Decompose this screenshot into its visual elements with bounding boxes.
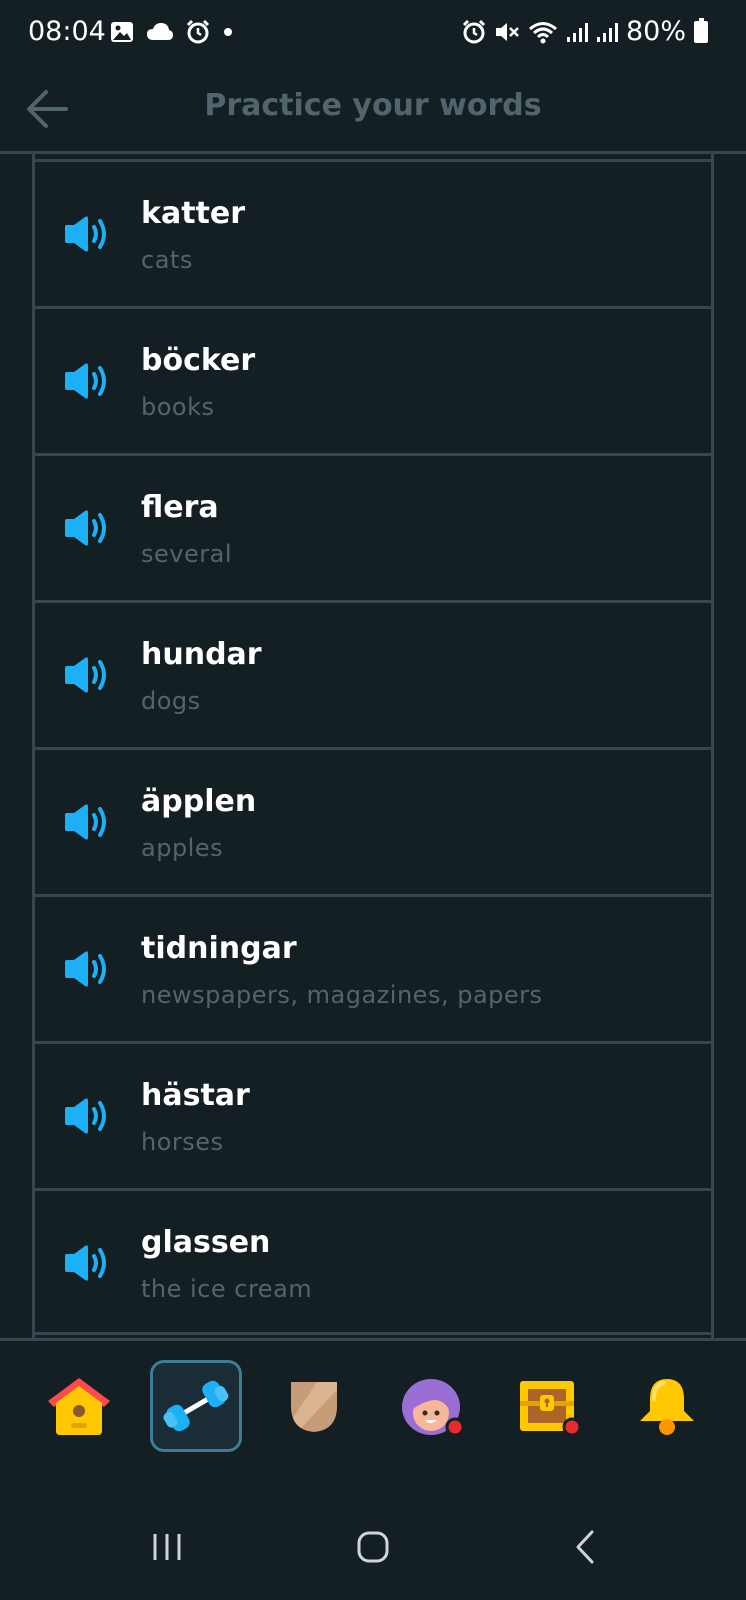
word-item[interactable]: flera several (32, 453, 714, 600)
word-text: glassen (141, 1225, 271, 1260)
dumbbell-icon (163, 1380, 229, 1432)
nav-shop[interactable] (503, 1360, 595, 1452)
speaker-icon[interactable] (63, 361, 111, 401)
word-text: äpplen (141, 784, 257, 819)
nav-notifications[interactable] (621, 1360, 713, 1452)
word-translation: several (141, 540, 232, 568)
word-translation: books (141, 393, 215, 421)
battery-icon (694, 17, 708, 43)
battery-percentage: 80% (625, 16, 686, 47)
speaker-icon[interactable] (63, 655, 111, 695)
system-nav-bar (0, 1500, 746, 1600)
home-icon (47, 1378, 110, 1435)
status-notification-icons (110, 20, 234, 44)
treasure-chest-icon (520, 1381, 582, 1437)
word-item[interactable]: äpplen apples (32, 747, 714, 894)
word-translation: newspapers, magazines, papers (141, 981, 543, 1009)
status-system-icons: 80% (462, 16, 708, 47)
system-back-icon[interactable] (568, 1530, 602, 1564)
word-translation: dogs (141, 687, 201, 715)
recent-apps-icon[interactable] (150, 1530, 184, 1564)
word-text: böcker (141, 343, 256, 378)
dot-icon (224, 28, 232, 36)
cloud-icon (147, 23, 173, 40)
word-translation: cats (141, 246, 193, 274)
page-title: Practice your words (204, 88, 542, 123)
alarm-icon (186, 20, 210, 44)
word-text: flera (141, 490, 219, 525)
word-translation: the ice cream (141, 1275, 313, 1303)
signal-icon (566, 22, 588, 42)
speaker-icon[interactable] (63, 1096, 111, 1136)
nav-leagues[interactable] (268, 1360, 360, 1452)
word-item[interactable]: hundar dogs (32, 600, 714, 747)
speaker-icon[interactable] (63, 1243, 111, 1283)
mute-icon (495, 22, 519, 41)
header: Practice your words (0, 66, 746, 154)
speaker-icon[interactable] (63, 949, 111, 989)
word-text: hundar (141, 637, 262, 672)
word-translation: horses (141, 1128, 224, 1156)
speaker-icon[interactable] (63, 214, 111, 254)
word-list-viewport[interactable]: katter cats böcker books flera several h… (0, 154, 746, 1340)
speaker-icon[interactable] (63, 508, 111, 548)
home-button-icon[interactable] (356, 1530, 390, 1564)
profile-avatar-icon (401, 1379, 465, 1437)
word-text: tidningar (141, 931, 297, 966)
status-time: 08:04 (28, 16, 106, 47)
nav-profile[interactable] (386, 1360, 478, 1452)
alarm-icon (462, 19, 486, 43)
word-item[interactable]: böcker books (32, 306, 714, 453)
word-item[interactable]: tidningar newspapers, magazines, papers (32, 894, 714, 1041)
word-text: hästar (141, 1078, 250, 1113)
speaker-icon[interactable] (63, 802, 111, 842)
word-item[interactable]: hästar horses (32, 1041, 714, 1188)
shield-icon (291, 1382, 338, 1432)
nav-home[interactable] (33, 1360, 125, 1452)
word-translation: apples (141, 834, 224, 862)
image-icon (111, 22, 133, 42)
word-item[interactable]: katter cats (32, 159, 714, 306)
wifi-icon (529, 21, 557, 43)
status-bar: 08:04 80% (0, 0, 746, 66)
bell-icon (640, 1379, 695, 1435)
word-list: katter cats böcker books flera several h… (32, 159, 714, 1335)
word-text: katter (141, 196, 246, 231)
nav-practice[interactable] (150, 1360, 243, 1452)
bottom-nav (0, 1341, 746, 1471)
signal-icon (596, 22, 618, 42)
word-item[interactable]: glassen the ice cream (32, 1188, 714, 1335)
